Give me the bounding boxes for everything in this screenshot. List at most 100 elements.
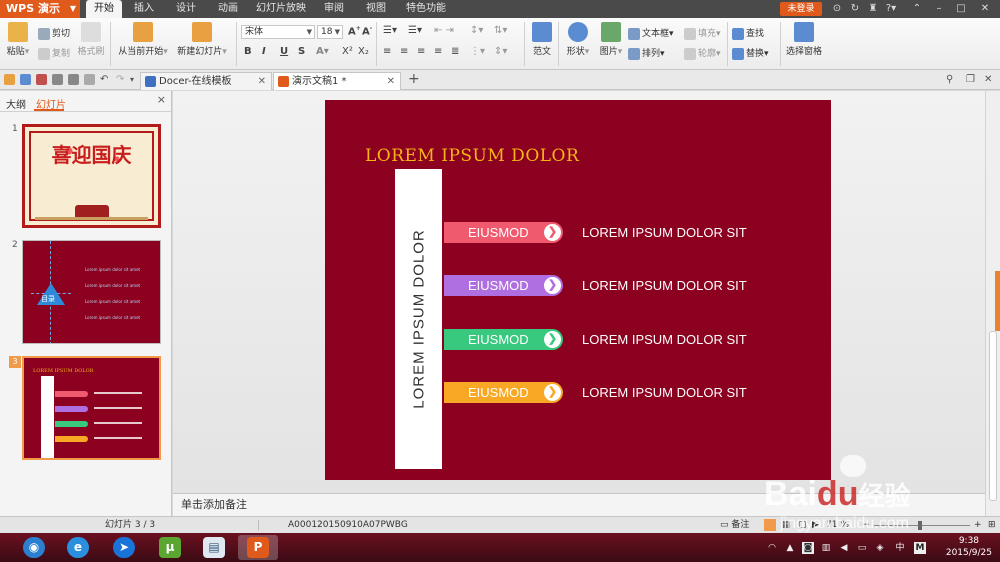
distribute-icon[interactable]: ≣ [451, 46, 459, 57]
clock[interactable]: 9:38 2015/9/25 [946, 535, 992, 559]
tab-insert[interactable]: 插入 [128, 0, 160, 18]
pin-icon[interactable]: ⚲ [946, 74, 957, 85]
zoom-in-icon[interactable]: + [974, 517, 982, 533]
row-text-3[interactable]: LOREM IPSUM DOLOR SIT [582, 332, 747, 347]
valign-icon[interactable]: ⇕▾ [494, 46, 507, 57]
normal-view-icon[interactable] [764, 519, 776, 531]
tab-outline[interactable]: 大纲 [6, 96, 26, 111]
doc-icon[interactable] [84, 74, 95, 85]
close-icon[interactable]: ✕ [258, 73, 266, 90]
slideshow-play-icon[interactable]: ▶ [812, 517, 819, 533]
columns-icon[interactable]: ⋮▾ [470, 46, 485, 57]
scrollbar-thumb[interactable] [989, 331, 997, 501]
text-direction-icon[interactable]: ⇅▾ [494, 25, 507, 36]
security-icon[interactable]: ◈ [874, 542, 886, 554]
copy-button[interactable]: 复制 [38, 46, 70, 60]
close-icon[interactable]: ✕ [978, 2, 992, 16]
selection-pane-button[interactable]: 选择窗格 [784, 22, 824, 57]
italic-icon[interactable]: I [262, 46, 266, 57]
redo-icon[interactable]: ↷ [116, 74, 127, 85]
align-left-icon[interactable]: ≡ [383, 46, 391, 57]
close-icon[interactable]: ✕ [984, 74, 995, 85]
ime-indicator[interactable]: 中 [894, 542, 906, 554]
font-name-combo[interactable]: 宋体 ▼ [241, 25, 315, 39]
textbox-button[interactable]: 文本框▾ [628, 26, 674, 40]
fill-button[interactable]: 填充▾ [684, 26, 721, 40]
login-button[interactable]: 未登录 [780, 2, 822, 16]
paste-button[interactable]: 粘贴▾ [4, 22, 32, 57]
reading-view-icon[interactable]: ▢ [798, 517, 807, 533]
restore-icon[interactable]: ❐ [966, 74, 977, 85]
notes-toggle[interactable]: ▭ 备注 [720, 517, 749, 533]
new-tab-icon[interactable]: + [408, 71, 420, 87]
taskbar-browser[interactable]: ➤ [104, 535, 144, 560]
undo-icon[interactable]: ↶ [100, 74, 111, 85]
current-slide[interactable]: LOREM IPSUM DOLOR LOREM IPSUM DOLOR EIUS… [325, 100, 831, 480]
tray-arrow-icon[interactable]: ▲ [784, 542, 796, 554]
line-spacing-icon[interactable]: ↕▾ [470, 25, 483, 36]
save-icon[interactable] [20, 74, 31, 85]
shirt-icon[interactable]: ♜ [866, 2, 880, 16]
row-pill-1[interactable]: EIUSMOD ❯ [444, 222, 563, 243]
minimize-icon[interactable]: – [932, 2, 946, 16]
numbering-icon[interactable]: ☰▾ [408, 25, 422, 36]
justify-icon[interactable]: ≡ [434, 46, 442, 57]
print-icon[interactable] [52, 74, 63, 85]
zoom-out-icon[interactable]: − [862, 517, 870, 533]
find-button[interactable]: 查找 [732, 26, 764, 40]
slide-title[interactable]: LOREM IPSUM DOLOR [365, 146, 579, 166]
m-indicator[interactable]: M [914, 542, 926, 554]
monitor-icon[interactable]: ▭ [856, 542, 868, 554]
maximize-icon[interactable]: □ [954, 2, 968, 16]
tab-special[interactable]: 特色功能 [402, 0, 450, 18]
font-size-combo[interactable]: 18 ▼ [317, 25, 343, 39]
zoom-slider[interactable] [874, 525, 970, 526]
row-text-2[interactable]: LOREM IPSUM DOLOR SIT [582, 278, 747, 293]
outline-button[interactable]: 轮廓▾ [684, 46, 721, 60]
app-menu-button[interactable]: WPS 演示 ▼ [0, 0, 80, 18]
font-color-icon[interactable]: A▾ [316, 46, 329, 57]
row-pill-4[interactable]: EIUSMOD ❯ [444, 382, 563, 403]
grow-font-icon[interactable]: A+ [348, 25, 361, 37]
tab-animation[interactable]: 动画 [212, 0, 244, 18]
align-right-icon[interactable]: ≡ [417, 46, 425, 57]
vertical-text[interactable]: LOREM IPSUM DOLOR [411, 229, 428, 409]
shrink-font-icon[interactable]: A- [362, 25, 372, 37]
sorter-view-icon[interactable]: ▦ [782, 517, 791, 533]
close-icon[interactable]: × [157, 93, 166, 106]
taskbar-utorrent[interactable]: µ [150, 535, 190, 560]
tab-review[interactable]: 审阅 [318, 0, 350, 18]
tab-design[interactable]: 设计 [170, 0, 202, 18]
tab-home[interactable]: 开始 [86, 0, 122, 18]
notes-area[interactable]: 单击添加备注 [173, 493, 985, 516]
bold-icon[interactable]: B [244, 46, 252, 57]
tab-docer[interactable]: Docer-在线模板 ✕ [140, 72, 272, 90]
skin-icon[interactable]: ⊙ [830, 2, 844, 16]
zoom-slider-thumb[interactable] [918, 521, 922, 530]
row-pill-3[interactable]: EIUSMOD ❯ [444, 329, 563, 350]
picture-button[interactable]: 图片▾ [596, 22, 626, 57]
vertical-scrollbar[interactable] [985, 91, 1000, 516]
from-current-button[interactable]: 从当前开始▾ [116, 22, 170, 57]
refresh-icon[interactable]: ↻ [848, 2, 862, 16]
cut-button[interactable]: 剪切 [38, 26, 70, 40]
wifi-icon[interactable]: ◠ [766, 542, 778, 554]
new-slide-button[interactable]: 新建幻灯片▾ [174, 22, 230, 57]
taskbar-ie[interactable]: e [58, 535, 98, 560]
row-pill-2[interactable]: EIUSMOD ❯ [444, 275, 563, 296]
open-folder-icon[interactable] [4, 74, 15, 85]
align-center-icon[interactable]: ≡ [400, 46, 408, 57]
tab-view[interactable]: 视图 [360, 0, 392, 18]
zoom-level[interactable]: 71 % [826, 517, 849, 533]
bullets-icon[interactable]: ☰▾ [383, 25, 397, 36]
format-painter-button[interactable]: 格式刷 [76, 22, 106, 57]
network-icon[interactable]: ▥ [820, 542, 832, 554]
fanwen-button[interactable]: 范文 [530, 22, 554, 57]
slide-thumb-2[interactable]: 目录 Lorem ipsum dolor sit amet Lorem ipsu… [22, 240, 161, 344]
shape-button[interactable]: 形状▾ [563, 22, 593, 57]
slide-thumb-3[interactable]: LOREM IPSUM DOLOR [22, 356, 161, 460]
subscript-icon[interactable]: X₂ [358, 46, 369, 57]
export-pdf-icon[interactable] [36, 74, 47, 85]
underline-icon[interactable]: U [280, 46, 288, 57]
superscript-icon[interactable]: X² [342, 46, 353, 57]
